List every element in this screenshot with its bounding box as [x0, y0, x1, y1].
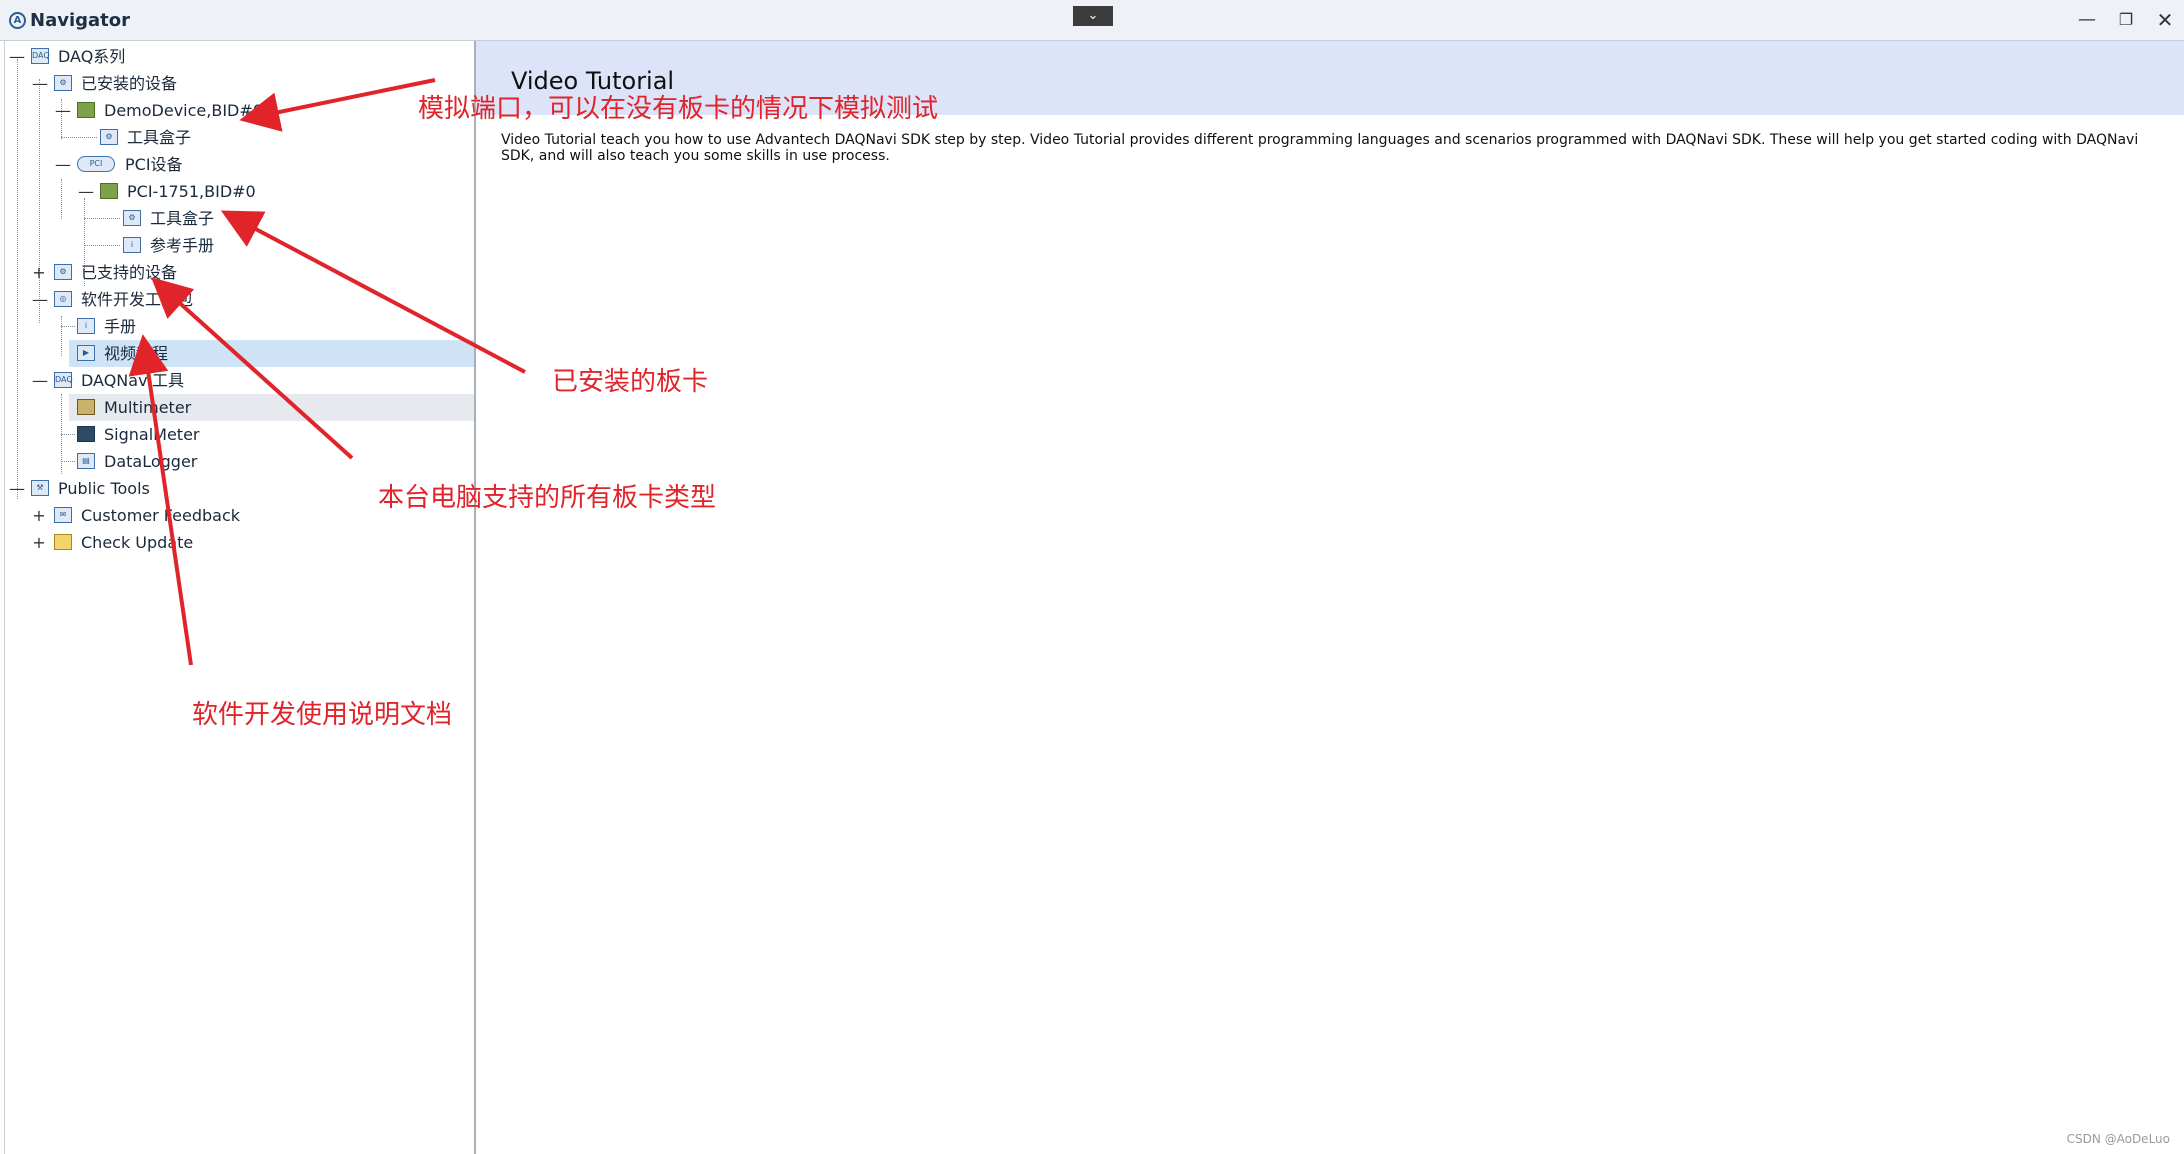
watermark: CSDN @AoDeLuo — [2066, 1132, 2170, 1146]
annotation-supported-board-types: 本台电脑支持的所有板卡类型 — [378, 483, 717, 513]
arrow-simulated-port — [239, 78, 436, 132]
arrow-supported-types — [151, 277, 354, 460]
arrow-installed-board — [220, 210, 526, 374]
annotation-arrows — [128, 78, 526, 666]
annotation-installed-board: 已安装的板卡 — [552, 367, 709, 397]
annotation-simulated-port: 模拟端口，可以在没有板卡的情况下模拟测试 — [418, 94, 939, 124]
arrow-sdk-docs — [128, 334, 193, 666]
annotation-sdk-docs: 软件开发使用说明文档 — [192, 700, 453, 730]
